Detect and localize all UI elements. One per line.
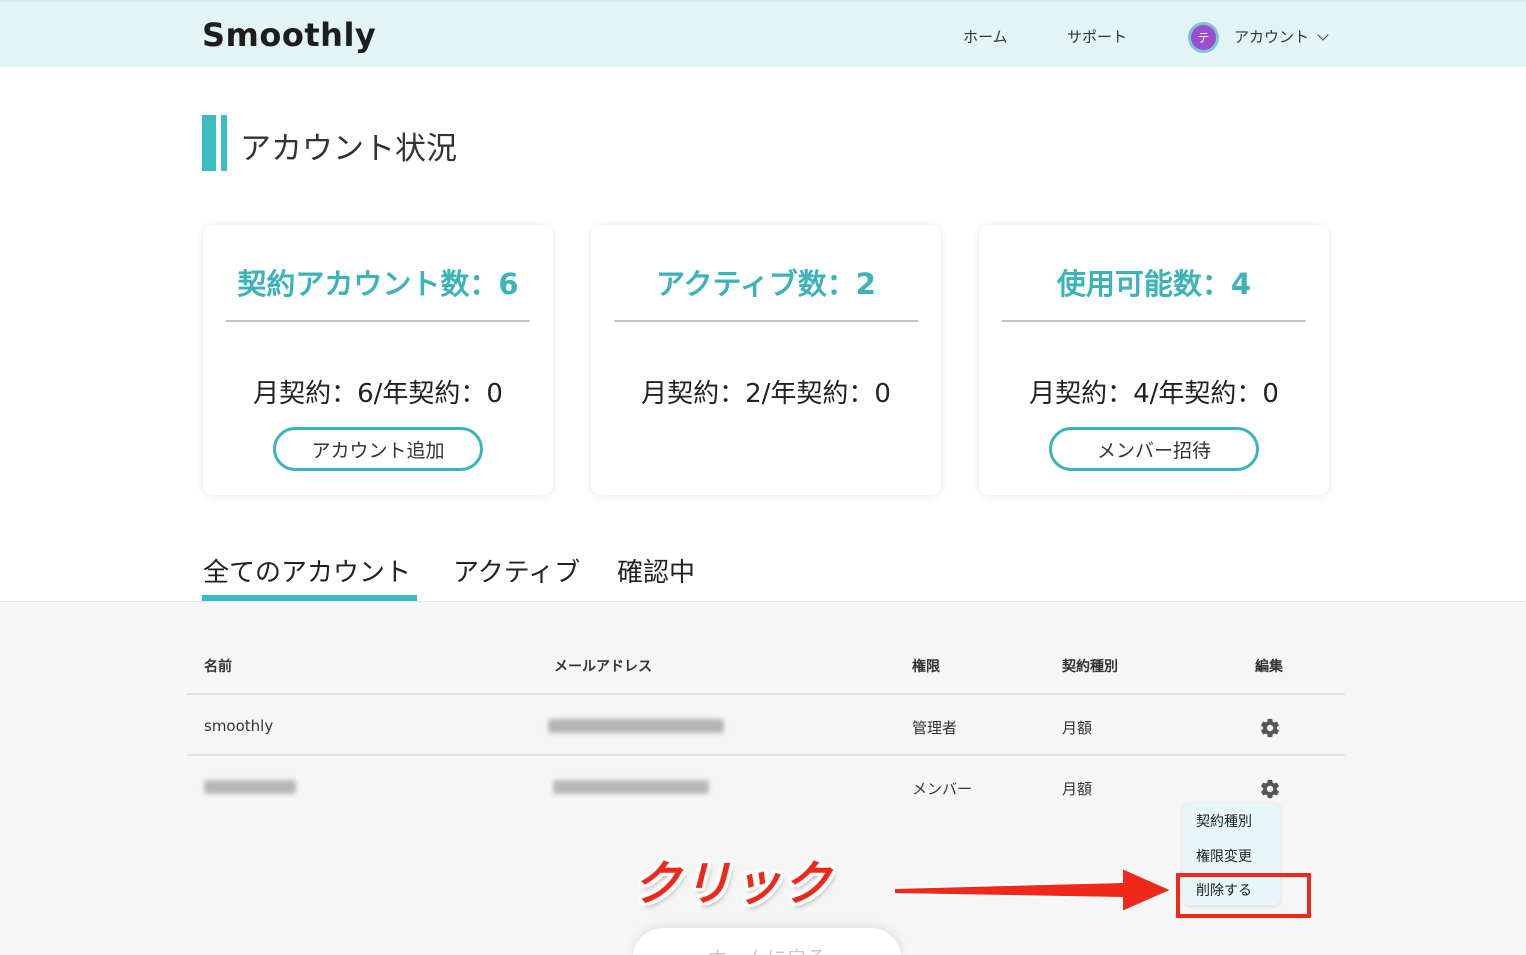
- tab-all-accounts[interactable]: 全てのアカウント: [203, 552, 411, 589]
- logo[interactable]: Smoothly: [202, 16, 376, 54]
- top-header: Smoothly ホーム サポート テ アカウント: [0, 0, 1526, 67]
- row-2-email-redacted: [553, 780, 709, 794]
- row-1-contract: 月額: [1062, 719, 1093, 737]
- nav-home-link[interactable]: ホーム: [963, 26, 1008, 47]
- account-menu[interactable]: アカウント: [1234, 26, 1329, 47]
- row-1-name: smoothly: [204, 717, 274, 735]
- card-title: 使用可能数：4: [1056, 267, 1252, 301]
- contract-accounts-card: 契約アカウント数：6 月契約：6/年契約：0 アカウント追加: [203, 225, 553, 495]
- card-subtitle: 月契約：6/年契約：0: [253, 379, 503, 409]
- gear-icon[interactable]: [1259, 717, 1281, 739]
- card-divider: [614, 320, 918, 322]
- row-1-role: 管理者: [912, 719, 958, 737]
- row-divider: [187, 754, 1345, 756]
- row-1-email-redacted: [548, 719, 724, 733]
- avatar[interactable]: テ: [1188, 22, 1219, 53]
- available-count-card: 使用可能数：4 月契約：4/年契約：0 メンバー招待: [979, 225, 1329, 495]
- gear-icon[interactable]: [1259, 778, 1281, 800]
- column-header-contract-type: 契約種別: [1062, 659, 1118, 675]
- highlight-box: [1176, 873, 1311, 918]
- back-to-home-button[interactable]: ホームに戻る: [633, 928, 901, 955]
- chevron-down-icon: [1317, 28, 1329, 41]
- card-divider: [1002, 320, 1306, 322]
- column-header-edit: 編集: [1255, 659, 1283, 675]
- header-divider: [187, 693, 1345, 695]
- account-menu-label: アカウント: [1234, 28, 1310, 46]
- click-annotation: クリック: [633, 856, 834, 912]
- column-header-name: 名前: [204, 659, 232, 675]
- menu-item-change-permission[interactable]: 権限変更: [1196, 846, 1252, 866]
- card-subtitle: 月契約：2/年契約：0: [641, 379, 891, 409]
- tab-pending[interactable]: 確認中: [617, 552, 695, 589]
- page-title: アカウント状況: [240, 131, 457, 167]
- nav-support-link[interactable]: サポート: [1067, 26, 1127, 47]
- row-2-contract: 月額: [1062, 780, 1093, 798]
- menu-item-contract-type[interactable]: 契約種別: [1196, 811, 1252, 831]
- active-count-card: アクティブ数：2 月契約：2/年契約：0: [591, 225, 941, 495]
- card-divider: [226, 320, 530, 322]
- arrow-icon: [893, 866, 1175, 914]
- column-header-role: 権限: [912, 659, 940, 675]
- column-header-email: メールアドレス: [554, 659, 652, 675]
- row-2-name-redacted: [204, 780, 296, 794]
- tab-active[interactable]: アクティブ: [453, 552, 580, 589]
- add-account-button[interactable]: アカウント追加: [273, 427, 483, 471]
- row-2-role: メンバー: [912, 780, 973, 798]
- card-title: アクティブ数：2: [656, 267, 876, 301]
- card-title: 契約アカウント数：6: [237, 267, 519, 301]
- title-accent-bar: [202, 115, 230, 171]
- invite-member-button[interactable]: メンバー招待: [1049, 427, 1259, 471]
- card-subtitle: 月契約：4/年契約：0: [1029, 379, 1279, 409]
